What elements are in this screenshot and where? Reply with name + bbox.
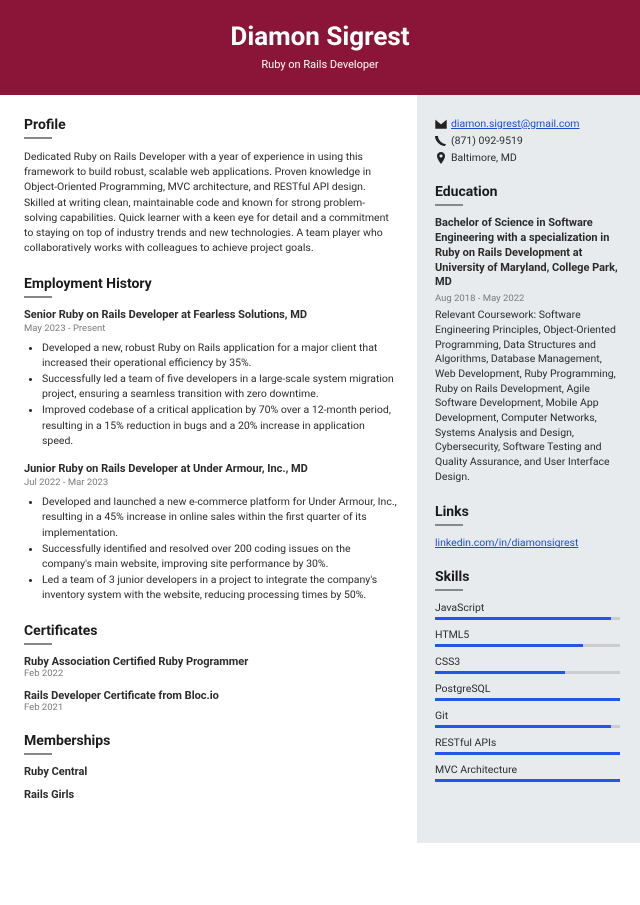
certificates-heading: Certificates — [24, 623, 397, 639]
links-heading: Links — [435, 504, 620, 520]
contact-location: Baltimore, MD — [451, 151, 517, 164]
certificate-title: Ruby Association Certified Ruby Programm… — [24, 655, 397, 668]
skill-item: JavaScript — [435, 601, 620, 620]
job-date: May 2023 - Present — [24, 323, 397, 334]
skill-fill — [435, 644, 583, 647]
section-rule — [435, 204, 463, 206]
skill-bar — [435, 644, 620, 647]
skill-name: CSS3 — [435, 655, 620, 668]
job-entry: Senior Ruby on Rails Developer at Fearle… — [24, 308, 397, 449]
education-heading: Education — [435, 184, 620, 200]
section-rule — [24, 643, 52, 645]
memberships-section: Memberships Ruby Central Rails Girls — [24, 733, 397, 801]
resume-header: Diamon Sigrest Ruby on Rails Developer — [0, 0, 640, 95]
contact-location-row: Baltimore, MD — [435, 151, 620, 164]
phone-icon — [435, 135, 451, 147]
section-rule — [24, 137, 52, 139]
certificates-section: Certificates Ruby Association Certified … — [24, 623, 397, 713]
membership-item: Rails Girls — [24, 788, 397, 801]
skill-fill — [435, 779, 620, 782]
job-date: Jul 2022 - Mar 2023 — [24, 477, 397, 488]
skill-item: PostgreSQL — [435, 682, 620, 701]
profile-text: Dedicated Ruby on Rails Developer with a… — [24, 149, 397, 256]
job-title: Senior Ruby on Rails Developer at Fearle… — [24, 308, 397, 321]
skill-fill — [435, 698, 620, 701]
job-bullets: Developed and launched a new e-commerce … — [24, 494, 397, 603]
skill-bar — [435, 779, 620, 782]
job-bullet: Successfully identified and resolved ove… — [42, 541, 397, 571]
certificate-title: Rails Developer Certificate from Bloc.io — [24, 689, 397, 702]
section-rule — [435, 589, 463, 591]
profile-heading: Profile — [24, 117, 397, 133]
map-pin-icon — [435, 152, 451, 164]
skills-section: Skills JavaScript HTML5 CSS3 PostgreSQL Git R… — [435, 569, 620, 782]
link-item: linkedin.com/in/diamonsigrest — [435, 536, 620, 549]
section-rule — [24, 296, 52, 298]
contact-section: diamon.sigrest@gmail.com (871) 092-9519 … — [435, 117, 620, 164]
skill-fill — [435, 725, 611, 728]
skills-heading: Skills — [435, 569, 620, 585]
skill-fill — [435, 752, 620, 755]
contact-phone-row: (871) 092-9519 — [435, 134, 620, 147]
job-bullet: Successfully led a team of five develope… — [42, 371, 397, 401]
skill-bar — [435, 725, 620, 728]
skill-item: HTML5 — [435, 628, 620, 647]
skill-name: JavaScript — [435, 601, 620, 614]
education-title: Bachelor of Science in Software Engineer… — [435, 216, 620, 290]
certificate-entry: Ruby Association Certified Ruby Programm… — [24, 655, 397, 679]
employment-section: Employment History Senior Ruby on Rails … — [24, 276, 397, 603]
memberships-heading: Memberships — [24, 733, 397, 749]
certificate-date: Feb 2022 — [24, 668, 397, 679]
membership-item: Ruby Central — [24, 765, 397, 778]
main-column: Profile Dedicated Ruby on Rails Develope… — [0, 95, 417, 843]
skill-fill — [435, 617, 611, 620]
skill-name: RESTful APIs — [435, 736, 620, 749]
skill-item: Git — [435, 709, 620, 728]
skill-item: RESTful APIs — [435, 736, 620, 755]
profile-section: Profile Dedicated Ruby on Rails Develope… — [24, 117, 397, 256]
certificate-date: Feb 2021 — [24, 702, 397, 713]
job-bullet: Developed a new, robust Ruby on Rails ap… — [42, 340, 397, 370]
skill-item: MVC Architecture — [435, 763, 620, 782]
skill-fill — [435, 671, 565, 674]
skill-name: HTML5 — [435, 628, 620, 641]
envelope-icon — [435, 119, 451, 129]
skill-bar — [435, 617, 620, 620]
job-title: Junior Ruby on Rails Developer at Under … — [24, 462, 397, 475]
skill-name: MVC Architecture — [435, 763, 620, 776]
contact-email-link[interactable]: diamon.sigrest@gmail.com — [451, 117, 580, 130]
skill-name: Git — [435, 709, 620, 722]
skill-bar — [435, 698, 620, 701]
job-bullet: Improved codebase of a critical applicat… — [42, 402, 397, 448]
skill-item: CSS3 — [435, 655, 620, 674]
side-column: diamon.sigrest@gmail.com (871) 092-9519 … — [417, 95, 640, 843]
section-rule — [24, 753, 52, 755]
job-entry: Junior Ruby on Rails Developer at Under … — [24, 462, 397, 603]
job-bullet: Led a team of 3 junior developers in a p… — [42, 572, 397, 602]
skill-bar — [435, 752, 620, 755]
education-date: Aug 2018 - May 2022 — [435, 293, 620, 304]
contact-email-row: diamon.sigrest@gmail.com — [435, 117, 620, 130]
external-link[interactable]: linkedin.com/in/diamonsigrest — [435, 536, 578, 549]
education-section: Education Bachelor of Science in Softwar… — [435, 184, 620, 484]
links-section: Links linkedin.com/in/diamonsigrest — [435, 504, 620, 549]
certificate-entry: Rails Developer Certificate from Bloc.io… — [24, 689, 397, 713]
job-bullets: Developed a new, robust Ruby on Rails ap… — [24, 340, 397, 449]
contact-phone: (871) 092-9519 — [451, 134, 523, 147]
job-bullet: Developed and launched a new e-commerce … — [42, 494, 397, 540]
resume-body: Profile Dedicated Ruby on Rails Develope… — [0, 95, 640, 843]
person-name: Diamon Sigrest — [0, 22, 640, 52]
skill-bar — [435, 671, 620, 674]
section-rule — [435, 524, 463, 526]
education-body: Relevant Coursework: Software Engineerin… — [435, 308, 620, 484]
person-title: Ruby on Rails Developer — [0, 58, 640, 71]
skill-name: PostgreSQL — [435, 682, 620, 695]
employment-heading: Employment History — [24, 276, 397, 292]
